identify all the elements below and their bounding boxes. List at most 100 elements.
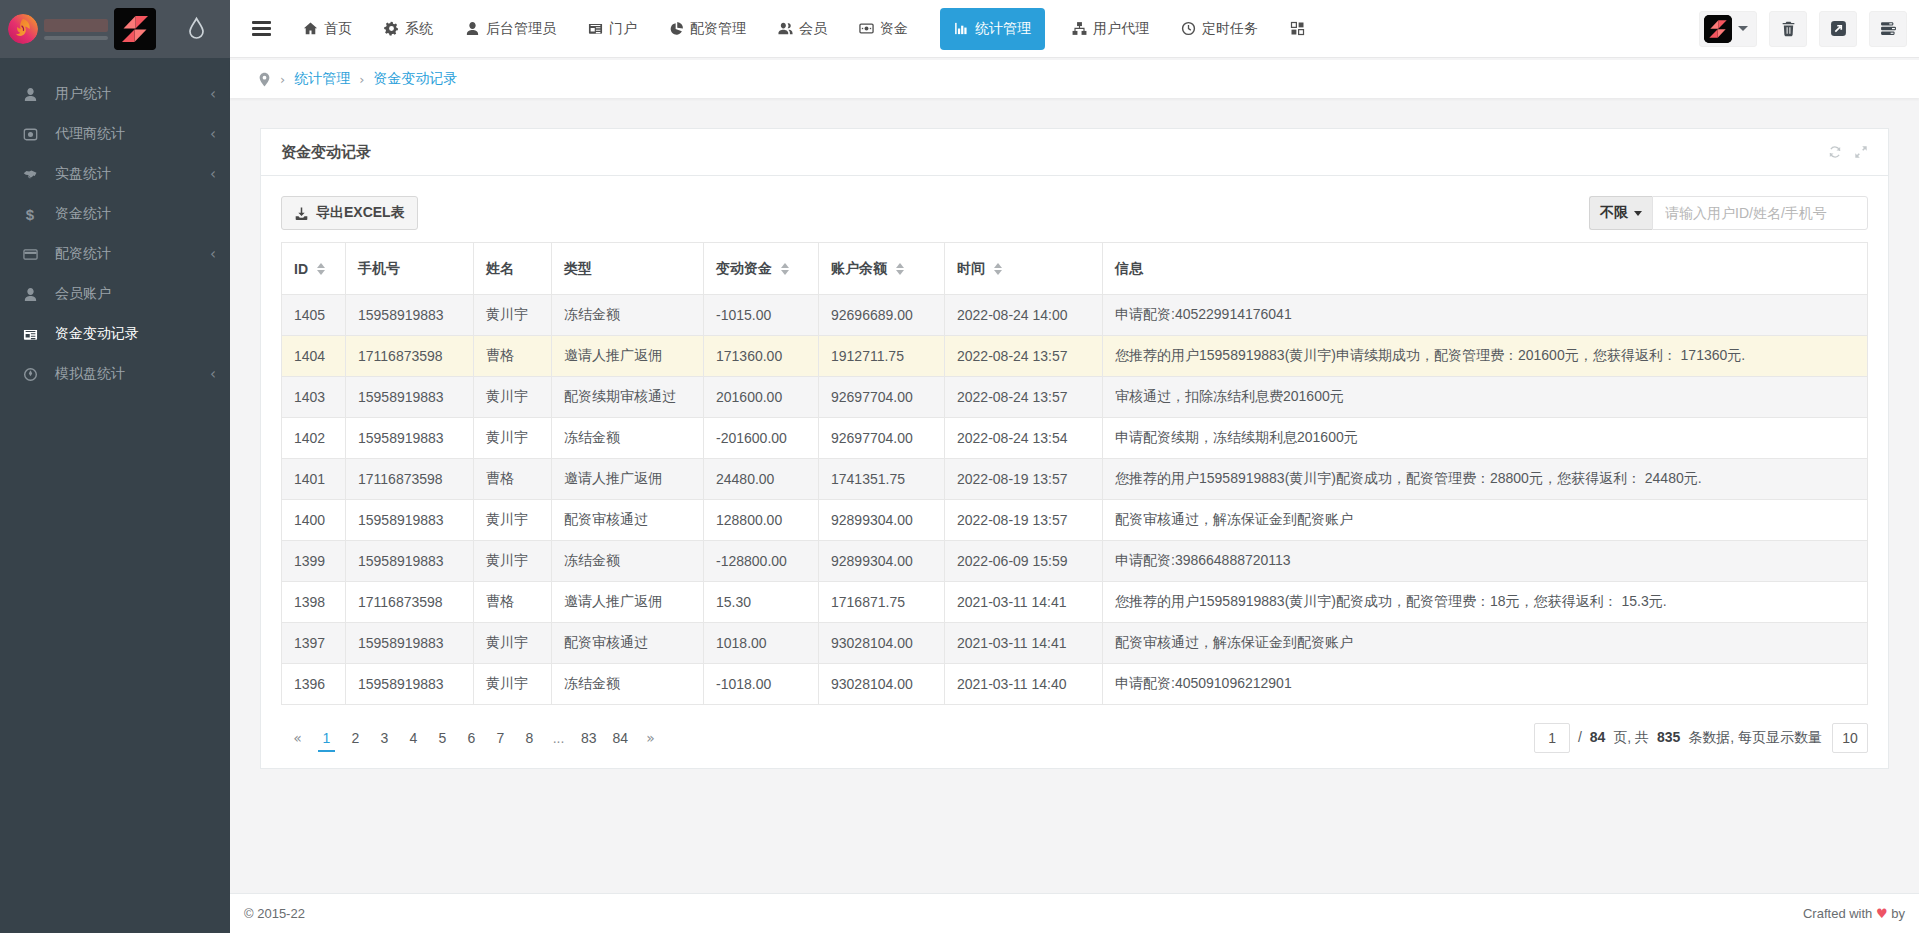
external-link-button[interactable] [1819,11,1857,47]
sort-icon[interactable] [994,263,1002,275]
nav-item-9[interactable]: 用户代理 [1072,20,1149,38]
user-icon [22,86,38,102]
table-header-row: ID手机号姓名类型变动资金账户余额时间信息 [282,243,1868,295]
column-header-7[interactable]: 时间 [945,243,1103,295]
trash-button[interactable] [1769,11,1807,47]
sidebar-item-1[interactable]: 用户统计‹ [0,74,230,114]
pager-page-6[interactable]: 6 [463,724,480,752]
expand-icon[interactable] [1854,145,1868,159]
nav-item-2[interactable]: 系统 [384,20,433,38]
credit-suffix: by [1891,906,1905,921]
sort-icon[interactable] [896,263,904,275]
nav-item-10[interactable]: 定时任务 [1181,20,1258,38]
sidebar-item-5[interactable]: 配资统计‹ [0,234,230,274]
cell: 15958919883 [346,664,474,705]
hamburger-menu-icon[interactable] [252,18,271,40]
cell: 92899304.00 [819,500,945,541]
cell: 92696689.00 [819,295,945,336]
pager-info-text: / 84 页, 共 835 条数据, 每页显示数量 [1578,729,1822,747]
nav-item-3[interactable]: 后台管理员 [465,20,556,38]
cell: 申请配资:398664888720113 [1103,541,1868,582]
sidebar-item-6[interactable]: 会员账户 [0,274,230,314]
top-navbar: 首页 系统 后台管理员 门户 配资管理 会员 资金 统计管理 用户代理 定时任务 [230,0,1919,58]
pager-page-84[interactable]: 84 [611,724,631,752]
page-number-input[interactable] [1534,723,1570,753]
column-header-3: 姓名 [474,243,552,295]
export-excel-button[interactable]: 导出EXCEL表 [281,196,418,230]
credit-card-icon [22,246,38,262]
main-area: 首页系统后台管理员门户配资管理会员资金统计管理用户代理定时任务 [230,0,1919,933]
search-input[interactable] [1652,196,1868,230]
user-icon [465,21,480,36]
chevron-left-icon: ‹ [210,87,216,102]
pager-page-2[interactable]: 2 [347,724,364,752]
cell: 15.30 [704,582,819,623]
sidebar-item-2[interactable]: 代理商统计‹ [0,114,230,154]
gauge-circle-icon [22,366,38,382]
pager-page-5[interactable]: 5 [434,724,451,752]
column-header-8: 信息 [1103,243,1868,295]
breadcrumb-link-parent[interactable]: 统计管理 [294,70,350,88]
sidebar-item-label: 实盘统计 [55,165,111,183]
newspaper-icon [22,326,38,342]
avatar-dropdown-button[interactable] [1699,11,1757,47]
dollar-icon: $ [22,206,38,222]
column-header-5[interactable]: 变动资金 [704,243,819,295]
sort-icon[interactable] [317,263,325,275]
chevron-down-icon [1634,211,1642,216]
breadcrumb: › 统计管理 › 资金变动记录 [230,60,1919,98]
chevron-left-icon: ‹ [210,127,216,142]
column-header-6[interactable]: 账户余额 [819,243,945,295]
sort-icon[interactable] [781,263,789,275]
panel-title: 资金变动记录 [281,143,371,162]
table-row-1404: 140417116873598曹格邀请人推广返佣171360.001912711… [282,336,1868,377]
cell: 1400 [282,500,346,541]
sidebar-item-8[interactable]: 模拟盘统计‹ [0,354,230,394]
nav-item-8[interactable]: 统计管理 [940,8,1045,50]
cell: 冻结金额 [552,664,704,705]
pager-page-4[interactable]: 4 [405,724,422,752]
cell: 15958919883 [346,541,474,582]
user-icon [22,286,38,302]
footer: © 2015-22 Crafted with ♥ by [230,893,1919,933]
per-page-input[interactable] [1832,723,1868,753]
nav-item-1[interactable]: 首页 [303,20,352,38]
cell: 申请配资续期，冻结续期利息201600元 [1103,418,1868,459]
breadcrumb-link-current[interactable]: 资金变动记录 [373,70,457,88]
chevron-left-icon: ‹ [210,247,216,262]
theme-list-button[interactable] [1869,11,1907,47]
sidebar-item-7[interactable]: 资金变动记录 [0,314,230,354]
pager-page-83[interactable]: 83 [579,724,599,752]
nav-item-label: 首页 [324,20,352,38]
droplet-icon[interactable] [187,16,206,43]
cell: 15958919883 [346,418,474,459]
pager-page-1[interactable]: 1 [318,724,335,752]
pager-page-7[interactable]: 7 [492,724,509,752]
pager-next[interactable]: » [642,724,659,752]
pager-page-3[interactable]: 3 [376,724,393,752]
nav-grid-button[interactable] [1290,21,1311,36]
column-header-2: 手机号 [346,243,474,295]
pager-page-8[interactable]: 8 [521,724,538,752]
bar-chart-icon [954,21,969,36]
sidebar-item-3[interactable]: 实盘统计‹ [0,154,230,194]
cell: 1399 [282,541,346,582]
filter-dropdown-label: 不限 [1600,204,1628,222]
pager-prev[interactable]: « [289,724,306,752]
table-row-1397: 139715958919883黄川宇配资审核通过1018.0093028104.… [282,623,1868,664]
nav-item-6[interactable]: 会员 [778,20,827,38]
cell: 2022-08-24 13:57 [945,377,1103,418]
cell: 17116873598 [346,459,474,500]
clock-icon [1181,21,1196,36]
filter-dropdown-button[interactable]: 不限 [1589,196,1652,230]
nav-item-7[interactable]: 资金 [859,20,908,38]
cell: 128800.00 [704,500,819,541]
nav-item-5[interactable]: 配资管理 [669,20,746,38]
table-row-1396: 139615958919883黄川宇冻结金额-1018.0093028104.0… [282,664,1868,705]
download-icon [294,206,309,221]
nav-item-4[interactable]: 门户 [588,20,637,38]
sidebar-item-4[interactable]: $资金统计 [0,194,230,234]
column-header-1[interactable]: ID [282,243,346,295]
refresh-icon[interactable] [1828,145,1842,159]
pie-chart-icon [669,21,684,36]
